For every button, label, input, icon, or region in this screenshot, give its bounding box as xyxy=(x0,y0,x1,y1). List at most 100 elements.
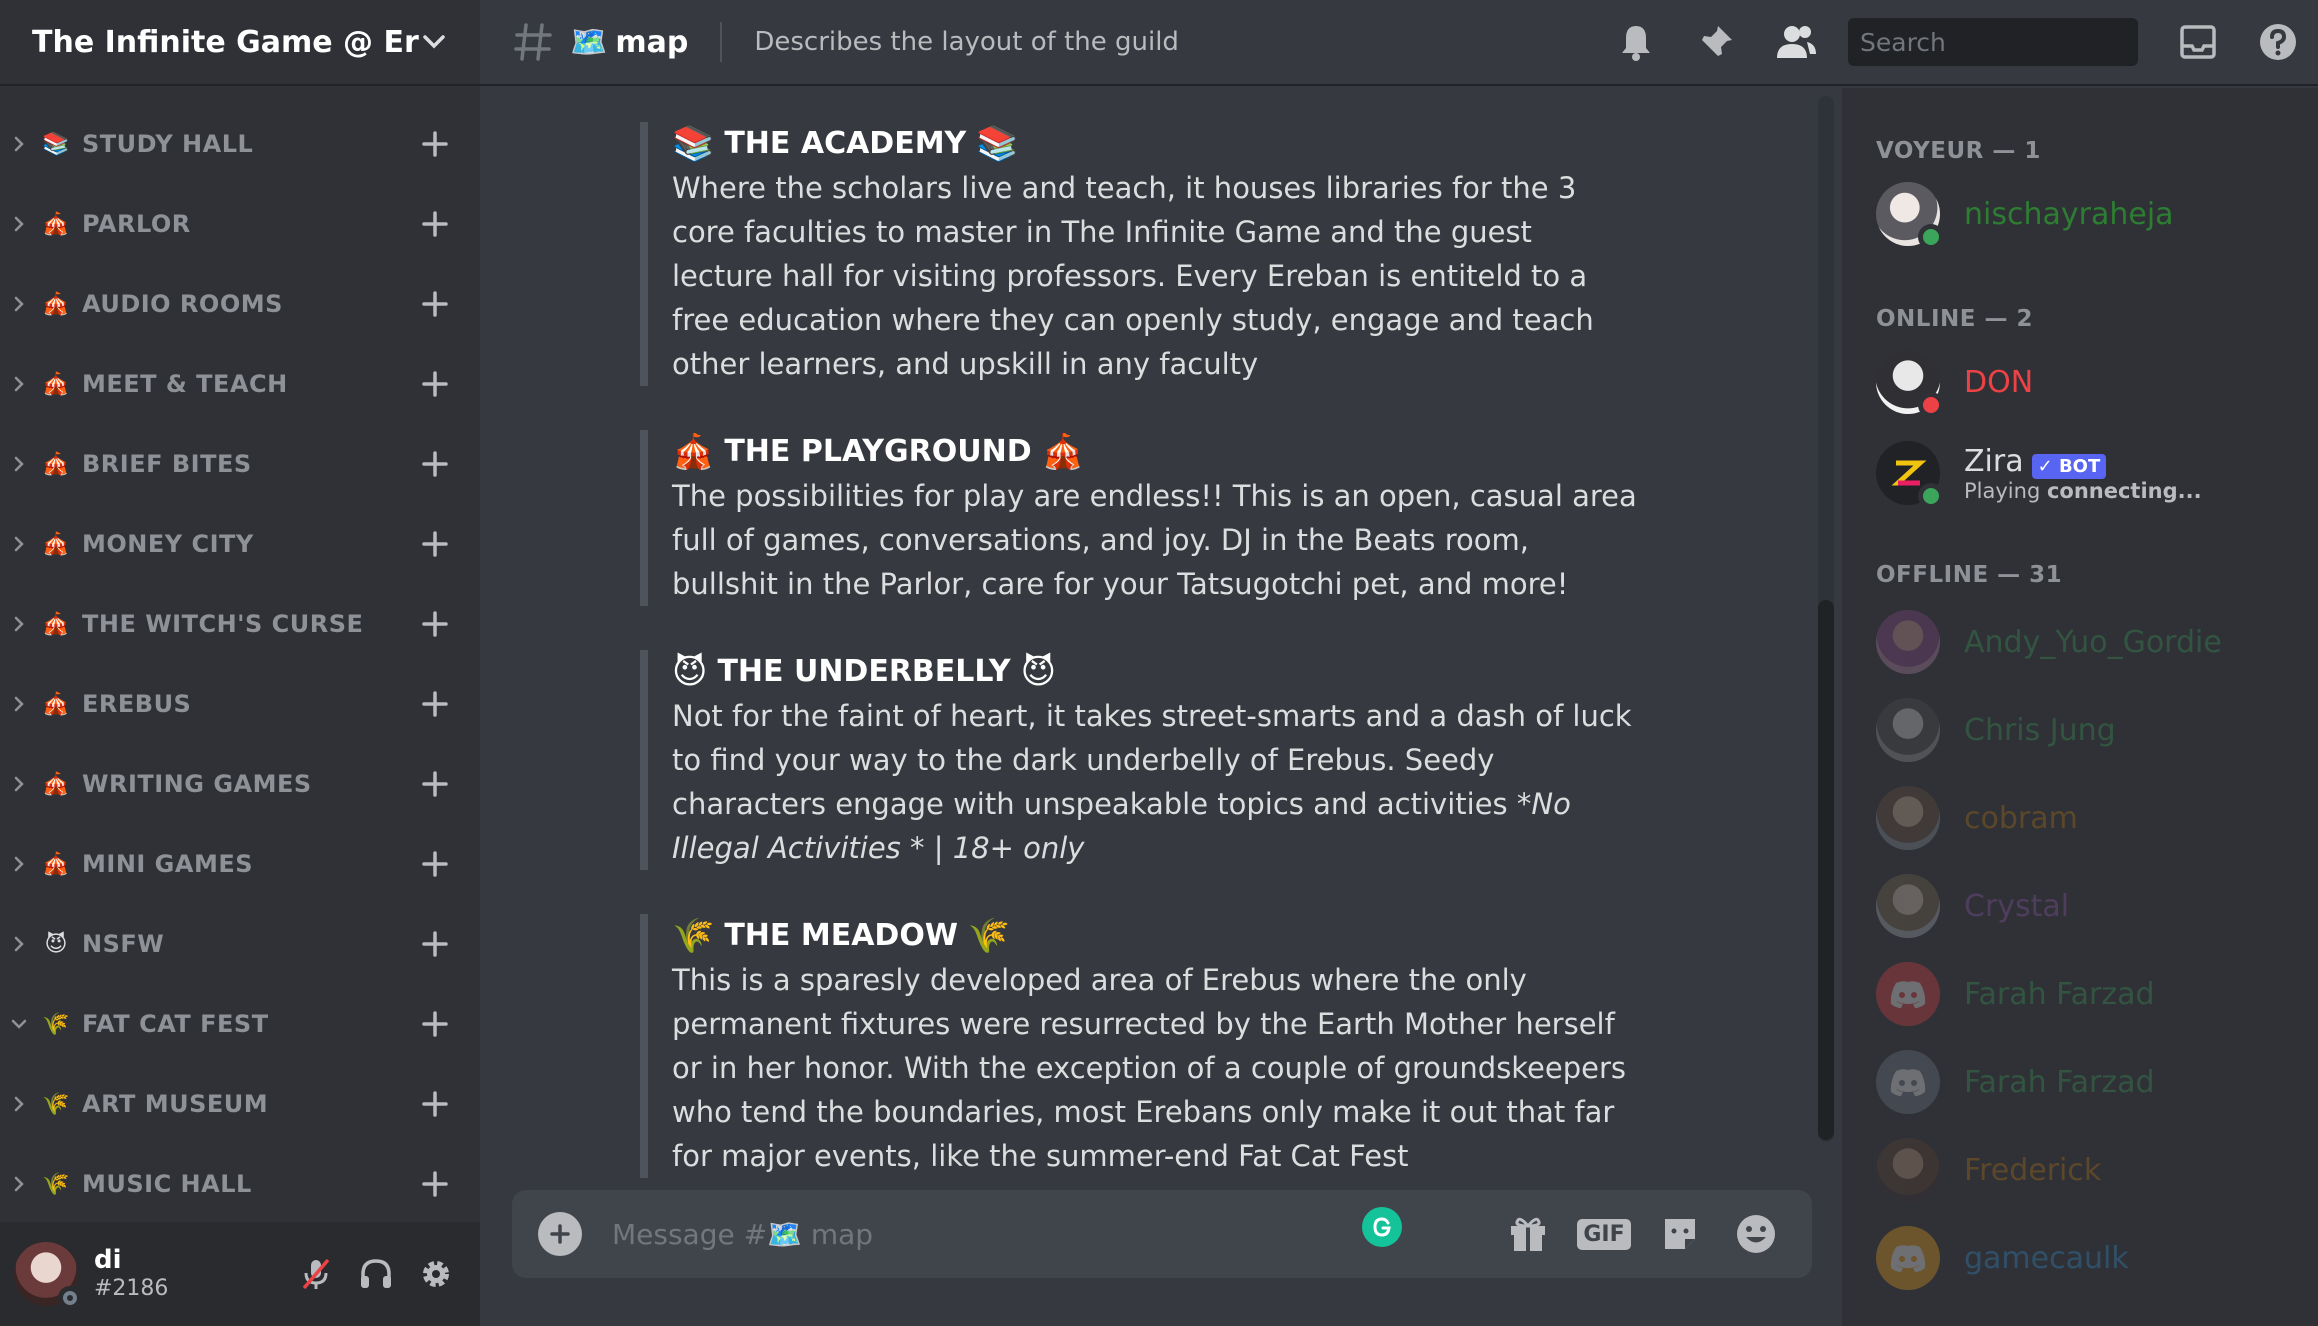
avatar xyxy=(1876,962,1940,1026)
member-activity: Playing connecting... xyxy=(1964,479,2202,503)
category-item[interactable]: 🌾 ART MUSEUM xyxy=(0,1064,480,1144)
category-item[interactable]: 🎪 WRITING GAMES xyxy=(0,744,480,824)
create-channel-button[interactable] xyxy=(420,769,450,799)
category-icon: 📚 xyxy=(42,131,70,157)
create-channel-button[interactable] xyxy=(420,849,450,879)
message-scrollbar[interactable] xyxy=(1818,96,1834,1142)
section-title: 🎪 THE PLAYGROUND 🎪 xyxy=(672,430,1640,474)
devil-icon: 😈 xyxy=(672,652,708,692)
create-channel-button[interactable] xyxy=(420,449,450,479)
category-item[interactable]: 🌾 MUSIC HALL xyxy=(0,1144,480,1224)
sticker-button[interactable] xyxy=(1650,1204,1710,1264)
create-channel-button[interactable] xyxy=(420,1169,450,1199)
divider xyxy=(720,22,723,62)
mute-button[interactable] xyxy=(286,1244,346,1304)
channel-name: map xyxy=(615,24,689,60)
plus-icon xyxy=(422,451,448,477)
create-channel-button[interactable] xyxy=(420,929,450,959)
emoji-button[interactable] xyxy=(1726,1204,1786,1264)
create-channel-button[interactable] xyxy=(420,129,450,159)
section-title: 😈 THE UNDERBELLY 😈 xyxy=(672,650,1640,694)
message-composer: GIF xyxy=(512,1190,1812,1278)
member-item[interactable]: Farah Farzad xyxy=(1876,1046,2296,1118)
member-item[interactable]: cobram xyxy=(1876,782,2296,854)
create-channel-button[interactable] xyxy=(420,1009,450,1039)
category-item[interactable]: 🎪 AUDIO ROOMS xyxy=(0,264,480,344)
attach-button[interactable] xyxy=(538,1212,582,1256)
member-item[interactable]: gamecaulk xyxy=(1876,1222,2296,1294)
message-list[interactable]: 📚 THE ACADEMY 📚 Where the scholars live … xyxy=(480,88,1818,1188)
notification-settings-button[interactable] xyxy=(1596,0,1676,85)
member-name: Frederick xyxy=(1964,1152,2102,1188)
pinned-messages-button[interactable] xyxy=(1676,0,1756,85)
category-icon: 🎪 xyxy=(42,291,70,317)
member-item[interactable]: Chris Jung xyxy=(1876,694,2296,766)
plus-icon xyxy=(422,611,448,637)
chevron-icon xyxy=(10,375,28,393)
category-item[interactable]: 📚 STUDY HALL xyxy=(0,104,480,184)
member-item[interactable]: Frederick xyxy=(1876,1134,2296,1206)
search-input[interactable] xyxy=(1860,27,2177,57)
create-channel-button[interactable] xyxy=(420,289,450,319)
category-item[interactable]: 🎪 THE WITCH'S CURSE xyxy=(0,584,480,664)
create-channel-button[interactable] xyxy=(420,1089,450,1119)
category-item[interactable]: 🎪 BRIEF BITES xyxy=(0,424,480,504)
plus-icon xyxy=(422,691,448,717)
category-item[interactable]: 🎪 PARLOR xyxy=(0,184,480,264)
gif-icon: GIF xyxy=(1577,1218,1631,1250)
channel-topic[interactable]: Describes the layout of the guild xyxy=(754,27,1596,57)
member-name: DON xyxy=(1964,364,2034,400)
category-label: STUDY HALL xyxy=(82,130,254,158)
member-item[interactable]: DON xyxy=(1876,346,2296,418)
member-item[interactable]: Andy_Yuo_Gordie xyxy=(1876,606,2296,678)
create-channel-button[interactable] xyxy=(420,609,450,639)
category-item[interactable]: 🎪 MEET & TEACH xyxy=(0,344,480,424)
chevron-icon xyxy=(10,855,28,873)
category-item[interactable]: 🎪 EREBUS xyxy=(0,664,480,744)
category-item[interactable]: 😈 NSFW xyxy=(0,904,480,984)
section-body: Not for the faint of heart, it takes str… xyxy=(672,694,1640,870)
gift-button[interactable] xyxy=(1498,1204,1558,1264)
avatar[interactable] xyxy=(14,1242,82,1310)
member-item[interactable]: Crystal xyxy=(1876,870,2296,942)
channel-sidebar: The Infinite Game @ Ere... 📚 STUDY HALL 🎪 P… xyxy=(0,0,480,1326)
category-item[interactable]: 🌾 FAT CAT FEST xyxy=(0,984,480,1064)
section-title-text: THE MEADOW xyxy=(724,918,958,953)
create-channel-button[interactable] xyxy=(420,209,450,239)
channel-header: 🗺️ map Describes the layout of the guild xyxy=(480,0,2318,86)
category-item[interactable]: 🎪 MINI GAMES xyxy=(0,824,480,904)
server-header[interactable]: The Infinite Game @ Ere... xyxy=(0,0,480,86)
grammarly-icon[interactable] xyxy=(1362,1207,1402,1247)
gif-button[interactable]: GIF xyxy=(1574,1204,1634,1264)
user-settings-button[interactable] xyxy=(406,1244,466,1304)
message-input[interactable] xyxy=(612,1217,1362,1251)
member-item[interactable]: Farah Farzad xyxy=(1876,958,2296,1030)
create-channel-button[interactable] xyxy=(420,369,450,399)
wheat-icon: 🌾 xyxy=(967,916,1011,956)
plus-icon xyxy=(422,131,448,157)
chevron-down-icon[interactable] xyxy=(420,28,448,56)
create-channel-button[interactable] xyxy=(420,529,450,559)
category-label: PARLOR xyxy=(82,210,191,238)
plus-icon xyxy=(422,291,448,317)
member-item[interactable]: Zira ✓ BOT Playing connecting... xyxy=(1876,430,2296,516)
create-channel-button[interactable] xyxy=(420,689,450,719)
deafen-button[interactable] xyxy=(346,1244,406,1304)
member-name: cobram xyxy=(1964,800,2078,836)
section-title-text: THE UNDERBELLY xyxy=(717,654,1011,689)
category-list: 📚 STUDY HALL 🎪 PARLOR 🎪 AUDIO ROOMS 🎪 MEET & TE… xyxy=(0,104,480,1224)
server-name: The Infinite Game @ Ere... xyxy=(32,24,420,60)
member-list-button[interactable] xyxy=(1756,0,1836,85)
category-icon: 🎪 xyxy=(42,211,70,237)
inbox-button[interactable] xyxy=(2158,0,2238,85)
search-bar[interactable] xyxy=(1848,18,2177,66)
books-icon: 📚 xyxy=(672,124,715,164)
member-item[interactable]: nischayraheja xyxy=(1876,178,2296,250)
plus-icon xyxy=(422,1171,448,1197)
scrollbar-thumb[interactable] xyxy=(1818,600,1834,1140)
help-button[interactable] xyxy=(2238,0,2318,85)
bot-badge: ✓ BOT xyxy=(2031,453,2107,479)
smiley-icon xyxy=(1737,1215,1775,1253)
user-names[interactable]: di #2186 xyxy=(94,1245,286,1303)
category-item[interactable]: 🎪 MONEY CITY xyxy=(0,504,480,584)
